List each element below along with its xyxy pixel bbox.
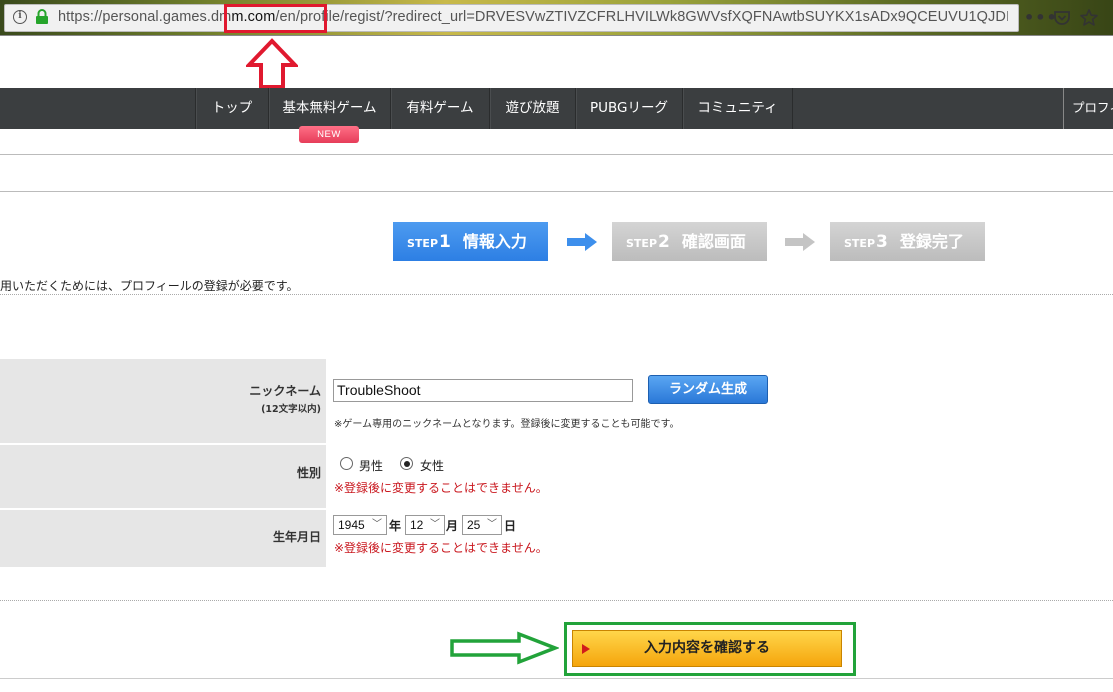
nav-item-top[interactable]: トップ: [195, 88, 268, 129]
birthdate-warning: ※登録後に変更することはできません。: [334, 541, 548, 555]
divider: [0, 191, 1113, 192]
birth-year-select[interactable]: 1945 ﹀: [333, 515, 387, 535]
confirm-button-label: 入力内容を確認する: [644, 640, 770, 656]
confirm-input-button[interactable]: 入力内容を確認する: [572, 630, 842, 667]
step-2: STEP2 確認画面: [612, 222, 767, 261]
chevron-down-icon: ﹀: [487, 519, 497, 530]
dotted-divider: [0, 600, 1113, 601]
step-1: STEP1 情報入力: [393, 222, 548, 261]
play-triangle-icon: [582, 644, 590, 654]
nickname-input[interactable]: TroubleShoot: [333, 379, 633, 402]
step-number: 3: [876, 232, 888, 252]
day-unit: 日: [504, 519, 517, 533]
url-text[interactable]: https://personal.games.dmm.com/en/profil…: [58, 9, 1008, 25]
step-label: 確認画面: [681, 232, 746, 251]
birth-day-select[interactable]: 25 ﹀: [462, 515, 502, 535]
birth-month-value: 12: [410, 518, 424, 532]
nav-item-pubg-league[interactable]: PUBGリーグ: [575, 88, 682, 129]
gender-male-radio[interactable]: [340, 457, 353, 470]
step-3: STEP3 登録完了: [830, 222, 985, 261]
url-path: /en/profile/regist/?redirect_url=DRVESVw…: [275, 9, 1008, 25]
red-up-arrow-annotation: [246, 38, 298, 89]
main-nav: トップ 基本無料ゲーム 有料ゲーム 遊び放題 PUBGリーグ コミュニティ プロ…: [0, 88, 1113, 129]
step-arrow-icon: [567, 233, 597, 251]
green-right-arrow-annotation: [450, 631, 559, 665]
info-icon[interactable]: i: [13, 10, 27, 24]
nav-item-unlimited[interactable]: 遊び放題: [489, 88, 575, 129]
year-unit: 年: [389, 519, 402, 533]
step-label: 情報入力: [462, 232, 527, 251]
form-row-birthdate: 生年月日: [0, 510, 1113, 567]
registration-notice: 用いただくためには、プロフィールの登録が必要です。: [0, 279, 299, 293]
nav-item-paid-games[interactable]: 有料ゲーム: [390, 88, 489, 129]
page: i https://personal.games.dmm.com/en/prof…: [0, 0, 1113, 692]
pocket-icon[interactable]: [1052, 8, 1072, 28]
birth-month-select[interactable]: 12 ﹀: [405, 515, 445, 535]
star-icon[interactable]: [1079, 8, 1099, 28]
gender-label-cell: 性別: [0, 445, 326, 508]
birth-day-value: 25: [467, 518, 481, 532]
chevron-down-icon: ﹀: [372, 519, 382, 530]
lock-icon: [36, 9, 48, 24]
url-annotation-box: [224, 4, 327, 33]
gender-warning: ※登録後に変更することはできません。: [334, 481, 548, 495]
url-host: https://personal.games.dm: [58, 9, 232, 25]
nav-item-community[interactable]: コミュニティ: [682, 88, 793, 129]
gender-label: 性別: [296, 466, 321, 480]
nickname-label: ニックネーム: [249, 384, 321, 398]
gender-male-label[interactable]: 男性: [359, 457, 383, 474]
chevron-down-icon: ﹀: [430, 519, 440, 530]
birth-year-value: 1945: [338, 518, 365, 532]
step-prefix: STEP: [407, 237, 439, 250]
step-arrow-icon: [785, 233, 815, 251]
birthdate-label: 生年月日: [272, 530, 321, 544]
random-generate-button[interactable]: ランダム生成: [648, 375, 768, 404]
month-unit: 月: [446, 519, 459, 533]
gender-cell: [328, 445, 1113, 508]
divider: [0, 678, 1113, 679]
nickname-note: ※ゲーム専用のニックネームとなります。登録後に変更することも可能です。: [334, 419, 680, 430]
ellipsis-icon[interactable]: •••: [1024, 8, 1057, 28]
step-number: 2: [658, 232, 670, 252]
gender-female-radio[interactable]: [400, 457, 413, 470]
birthdate-label-cell: 生年月日: [0, 510, 326, 567]
nav-item-free-games[interactable]: 基本無料ゲーム: [268, 88, 390, 129]
step-label: 登録完了: [899, 232, 964, 251]
step-number: 1: [439, 232, 451, 252]
nickname-label-cell: ニックネーム (12文字以内): [0, 359, 326, 443]
new-badge: NEW: [299, 126, 359, 143]
browser-toolbar: i https://personal.games.dmm.com/en/prof…: [0, 0, 1113, 36]
step-prefix: STEP: [844, 237, 876, 250]
nickname-limit: (12文字以内): [261, 404, 321, 415]
nav-item-profile[interactable]: プロフィ: [1063, 88, 1113, 129]
gender-female-label[interactable]: 女性: [420, 457, 444, 474]
form-row-gender: 性別: [0, 445, 1113, 508]
step-prefix: STEP: [626, 237, 658, 250]
dotted-divider: [0, 294, 1113, 295]
divider: [0, 154, 1113, 155]
